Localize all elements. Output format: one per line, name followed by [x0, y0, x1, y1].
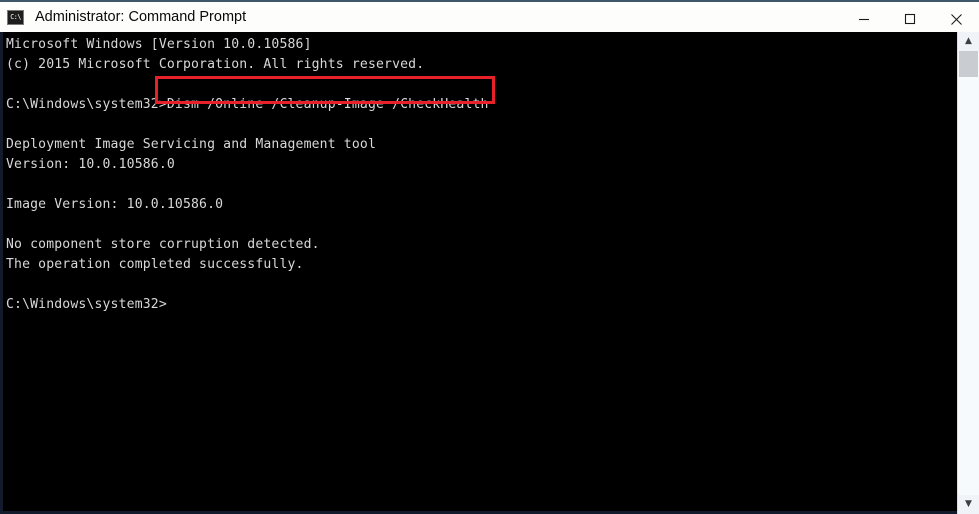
window-controls	[841, 4, 979, 34]
cmd-console-icon-glyph: C:\	[10, 12, 21, 21]
titlebar-left-group: C:\ Administrator: Command Prompt	[0, 2, 246, 32]
vertical-scrollbar[interactable]: ▲ ▼	[957, 32, 979, 514]
scrollbar-track[interactable]	[958, 51, 979, 495]
scrollbar-thumb[interactable]	[959, 51, 978, 77]
minimize-icon	[859, 18, 869, 21]
console-output-area[interactable]: Microsoft Windows [Version 10.0.10586] (…	[0, 32, 979, 514]
scroll-up-button[interactable]: ▲	[958, 32, 979, 51]
chevron-up-icon: ▲	[965, 36, 972, 46]
chevron-down-icon: ▼	[965, 499, 972, 509]
maximize-icon	[904, 13, 916, 25]
command-prompt-window: C:\ Administrator: Command Prompt Micros…	[0, 0, 979, 514]
close-icon	[950, 13, 962, 25]
maximize-button[interactable]	[887, 4, 933, 34]
scroll-down-button[interactable]: ▼	[958, 495, 979, 514]
console-text: Microsoft Windows [Version 10.0.10586] (…	[6, 37, 489, 312]
window-title: Administrator: Command Prompt	[35, 9, 247, 25]
window-titlebar[interactable]: C:\ Administrator: Command Prompt	[0, 0, 979, 32]
close-button[interactable]	[933, 4, 979, 34]
minimize-button[interactable]	[841, 4, 887, 34]
cmd-console-icon: C:\	[7, 9, 24, 25]
